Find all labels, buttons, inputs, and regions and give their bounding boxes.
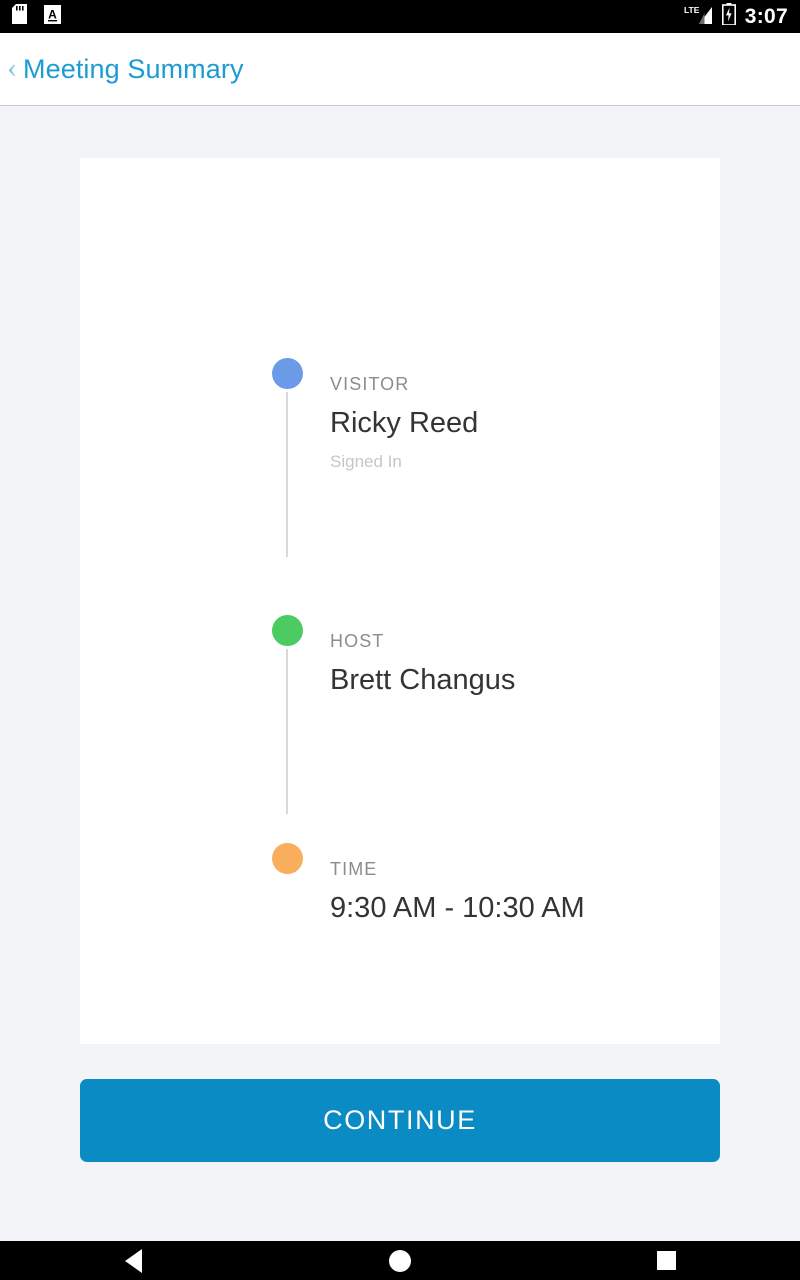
svg-text:LTE: LTE <box>684 5 700 15</box>
sd-card-icon <box>12 4 27 29</box>
visitor-status-text: Signed In <box>330 451 402 471</box>
timeline-item-visitor: VISITOR Ricky Reed Signed In <box>272 358 692 557</box>
page-title: Meeting Summary <box>23 53 244 84</box>
back-chevron-icon[interactable]: ‹ <box>7 52 17 83</box>
nav-back-triangle-icon[interactable] <box>124 1248 142 1273</box>
time-label: TIME <box>330 858 378 879</box>
status-bar-right-icons: LTE 3:07 <box>683 3 788 30</box>
battery-charging-icon <box>721 3 736 30</box>
nav-home-circle-icon[interactable] <box>389 1249 411 1272</box>
status-bar-left-icons: A <box>12 4 61 29</box>
timeline-connector-line <box>286 392 288 557</box>
nav-recents-button[interactable] <box>533 1251 800 1270</box>
status-bar: A LTE 3:07 <box>0 0 800 33</box>
timeline-item-time: TIME 9:30 AM - 10:30 AM <box>272 842 692 926</box>
meeting-summary-card: VISITOR Ricky Reed Signed In HOST Brett … <box>80 158 720 1044</box>
timeline-body-time: TIME 9:30 AM - 10:30 AM <box>330 860 585 926</box>
nav-back-button[interactable] <box>0 1248 267 1273</box>
android-nav-bar <box>0 1241 800 1280</box>
host-status-dot-icon <box>272 614 303 646</box>
host-name: Brett Changus <box>330 663 516 696</box>
visitor-status-dot-icon <box>272 358 303 389</box>
timeline-gutter-time <box>272 842 330 926</box>
time-value: 9:30 AM - 10:30 AM <box>330 891 585 924</box>
visitor-name: Ricky Reed <box>330 407 479 439</box>
timeline-connector-line <box>286 648 288 814</box>
time-status-dot-icon <box>272 842 303 874</box>
nav-recents-square-icon[interactable] <box>657 1251 677 1270</box>
app-bar[interactable]: ‹ Meeting Summary <box>0 33 800 106</box>
status-bar-clock: 3:07 <box>744 5 788 28</box>
continue-button[interactable]: CONTINUE <box>80 1079 720 1162</box>
host-label: HOST <box>330 630 385 651</box>
timeline-gutter-visitor <box>272 358 330 557</box>
lte-signal-icon: LTE <box>683 4 713 30</box>
visitor-label: VISITOR <box>330 374 410 394</box>
phone-screen: A LTE 3:07 ‹ Meeting Summary VISITOR Ric… <box>0 0 800 1280</box>
timeline-gutter-host <box>272 614 330 814</box>
nav-home-button[interactable] <box>267 1249 534 1272</box>
svg-text:A: A <box>48 7 57 21</box>
timeline-body-visitor: VISITOR Ricky Reed Signed In <box>330 375 478 470</box>
app-notification-a-icon: A <box>44 4 61 29</box>
timeline-body-host: HOST Brett Changus <box>330 632 515 698</box>
content-area: VISITOR Ricky Reed Signed In HOST Brett … <box>0 106 800 1241</box>
meeting-timeline: VISITOR Ricky Reed Signed In HOST Brett … <box>272 358 692 926</box>
timeline-item-host: HOST Brett Changus <box>272 614 692 814</box>
